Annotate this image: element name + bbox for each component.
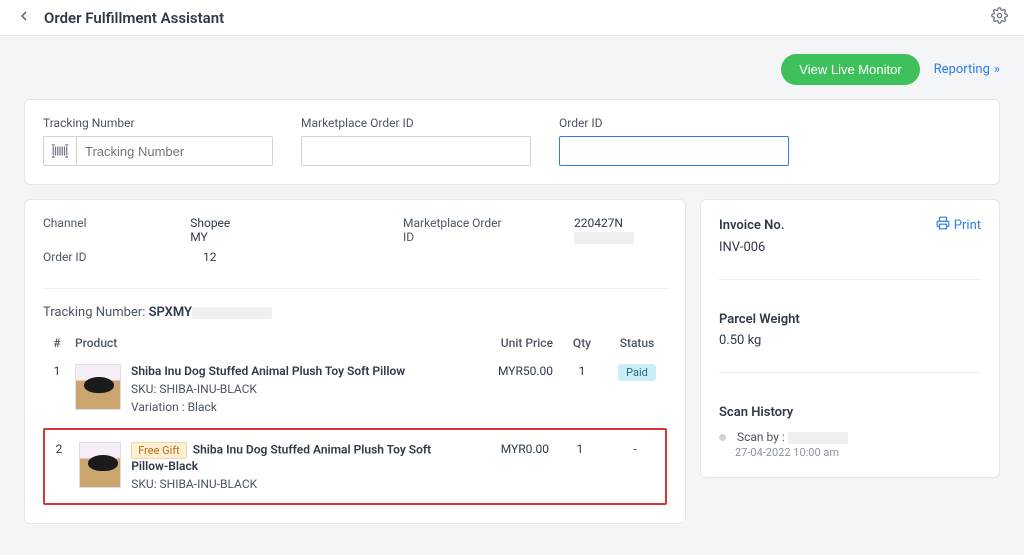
- order-card: Channel Shopee MY Order ID 12 Marketplac…: [24, 199, 686, 524]
- gear-icon[interactable]: [991, 7, 1008, 28]
- reporting-link[interactable]: Reporting »: [934, 62, 1000, 77]
- reporting-link-label: Reporting: [934, 62, 990, 77]
- sidebar-card: Invoice No. Print INV-006 Parcel Weight …: [700, 199, 1000, 478]
- status-badge: Paid: [618, 364, 656, 381]
- search-card: Tracking Number Marketplace Order ID Ord…: [24, 99, 1000, 185]
- order-id-input[interactable]: [559, 136, 789, 166]
- product-sku: SKU: SHIBA-INU-BLACK: [131, 477, 469, 491]
- item-num: 2: [45, 430, 73, 503]
- table-row: 2 Free GiftShiba Inu Dog Stuffed Animal …: [45, 430, 665, 503]
- redacted-text: [192, 307, 272, 319]
- scan-history-label: Scan History: [719, 405, 981, 420]
- barcode-icon[interactable]: [43, 136, 77, 166]
- marketplace-id-meta-label: Marketplace Order ID: [403, 216, 514, 244]
- item-qty: 1: [557, 356, 607, 422]
- item-unit-price: MYR0.00: [475, 430, 555, 503]
- table-row: 1 Shiba Inu Dog Stuffed Animal Plush Toy…: [43, 356, 667, 422]
- scan-by-label: Scan by :: [737, 430, 785, 444]
- col-unit-price: Unit Price: [477, 330, 557, 356]
- tracking-number-input[interactable]: [77, 136, 273, 166]
- col-qty: Qty: [557, 330, 607, 356]
- tracking-number-display-label: Tracking Number:: [43, 305, 145, 320]
- back-arrow-icon[interactable]: [16, 8, 32, 28]
- parcel-weight-value: 0.50 kg: [719, 333, 981, 348]
- item-qty: 1: [555, 430, 605, 503]
- product-name: Shiba Inu Dog Stuffed Animal Plush Toy S…: [131, 364, 405, 378]
- product-sku: SKU: SHIBA-INU-BLACK: [131, 382, 405, 396]
- chevron-double-right-icon: »: [994, 62, 1000, 77]
- channel-value: Shopee MY: [190, 216, 243, 244]
- product-thumbnail: [79, 442, 121, 488]
- item-num: 1: [43, 356, 71, 422]
- order-id-meta-value: 12: [203, 250, 217, 264]
- tracking-number-value: SPXMY: [149, 305, 272, 320]
- free-gift-badge: Free Gift: [131, 442, 187, 459]
- col-num: #: [43, 330, 71, 356]
- printer-icon: [936, 216, 950, 234]
- invoice-label: Invoice No.: [719, 218, 784, 233]
- product-thumbnail: [75, 364, 121, 410]
- timeline-dot-icon: [719, 434, 726, 441]
- scan-timestamp: 27-04-2022 10:00 am: [735, 446, 981, 459]
- product-variation: Variation : Black: [131, 400, 405, 414]
- item-status: -: [605, 430, 665, 503]
- print-link[interactable]: Print: [936, 216, 981, 234]
- page-title: Order Fulfillment Assistant: [44, 9, 224, 27]
- tracking-number-label: Tracking Number: [43, 116, 273, 130]
- invoice-value: INV-006: [719, 240, 981, 255]
- marketplace-order-id-input[interactable]: [301, 136, 531, 166]
- channel-label: Channel: [43, 216, 130, 244]
- parcel-weight-label: Parcel Weight: [719, 312, 981, 327]
- col-status: Status: [607, 330, 667, 356]
- redacted-text: [788, 432, 848, 444]
- marketplace-order-id-label: Marketplace Order ID: [301, 116, 531, 130]
- view-live-monitor-button[interactable]: View Live Monitor: [781, 54, 919, 85]
- col-product: Product: [71, 330, 477, 356]
- order-id-label: Order ID: [559, 116, 789, 130]
- free-gift-highlight: 2 Free GiftShiba Inu Dog Stuffed Animal …: [43, 428, 667, 505]
- marketplace-id-meta-value: 220427N: [574, 216, 667, 244]
- item-unit-price: MYR50.00: [477, 356, 557, 422]
- print-label: Print: [954, 218, 981, 233]
- scan-history-entry: Scan by :: [719, 430, 981, 444]
- redacted-text: [574, 232, 634, 244]
- order-id-meta-label: Order ID: [43, 250, 143, 264]
